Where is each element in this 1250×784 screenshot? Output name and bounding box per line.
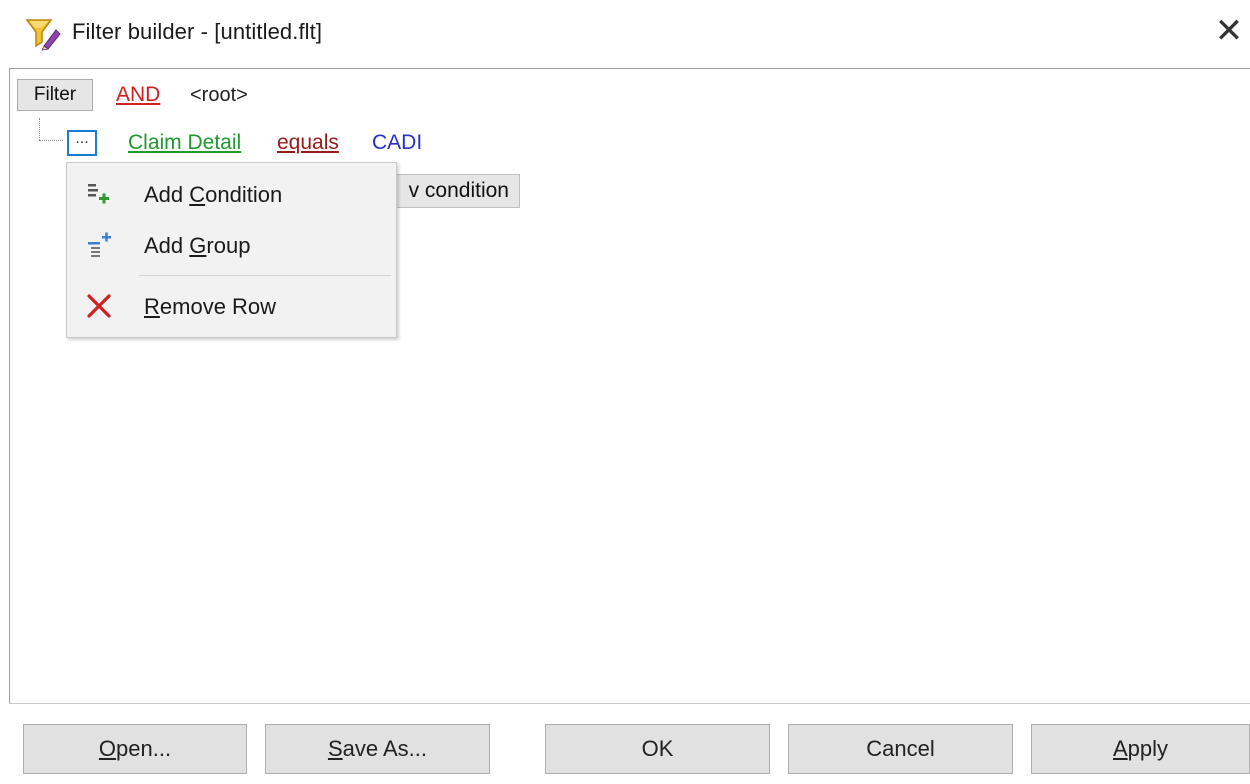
- title-bar: Filter builder - [untitled.flt] ✕: [0, 0, 1250, 68]
- new-condition-button[interactable]: v condition: [380, 174, 520, 208]
- menu-item-label: Add Condition: [144, 182, 283, 207]
- apply-button[interactable]: Apply: [1031, 724, 1250, 774]
- condition-value[interactable]: CADI: [372, 131, 422, 155]
- menu-item-add-group[interactable]: Add Group: [67, 221, 396, 269]
- window-title: Filter builder - [untitled.flt]: [72, 19, 323, 44]
- tree-connector-vertical: [39, 118, 40, 140]
- save-as-button[interactable]: Save As...: [265, 724, 490, 774]
- menu-separator: [139, 275, 391, 276]
- group-operator-link[interactable]: AND: [116, 83, 160, 107]
- cancel-button[interactable]: Cancel: [788, 724, 1013, 774]
- filter-funnel-icon: [25, 19, 61, 51]
- menu-item-remove-row[interactable]: Remove Row: [67, 282, 396, 330]
- condition-field-link[interactable]: Claim Detail: [128, 131, 241, 155]
- condition-menu-button[interactable]: ...: [67, 130, 97, 156]
- root-label: <root>: [190, 84, 248, 106]
- menu-item-label: Add Group: [144, 233, 251, 258]
- add-group-icon: [88, 232, 111, 257]
- close-button[interactable]: ✕: [1212, 14, 1246, 48]
- menu-item-add-condition[interactable]: Add Condition: [67, 170, 396, 218]
- context-menu: Add Condition Add Group Remove Row: [66, 162, 397, 338]
- open-button[interactable]: Open...: [23, 724, 247, 774]
- add-condition-icon: [88, 184, 109, 204]
- menu-item-label: Remove Row: [144, 294, 277, 319]
- remove-x-icon: [87, 294, 111, 318]
- tree-connector-horizontal: [39, 140, 63, 141]
- new-condition-label: v condition: [408, 179, 509, 202]
- ok-button[interactable]: OK: [545, 724, 770, 774]
- filter-button[interactable]: Filter: [17, 79, 93, 111]
- condition-operator-link[interactable]: equals: [277, 131, 339, 155]
